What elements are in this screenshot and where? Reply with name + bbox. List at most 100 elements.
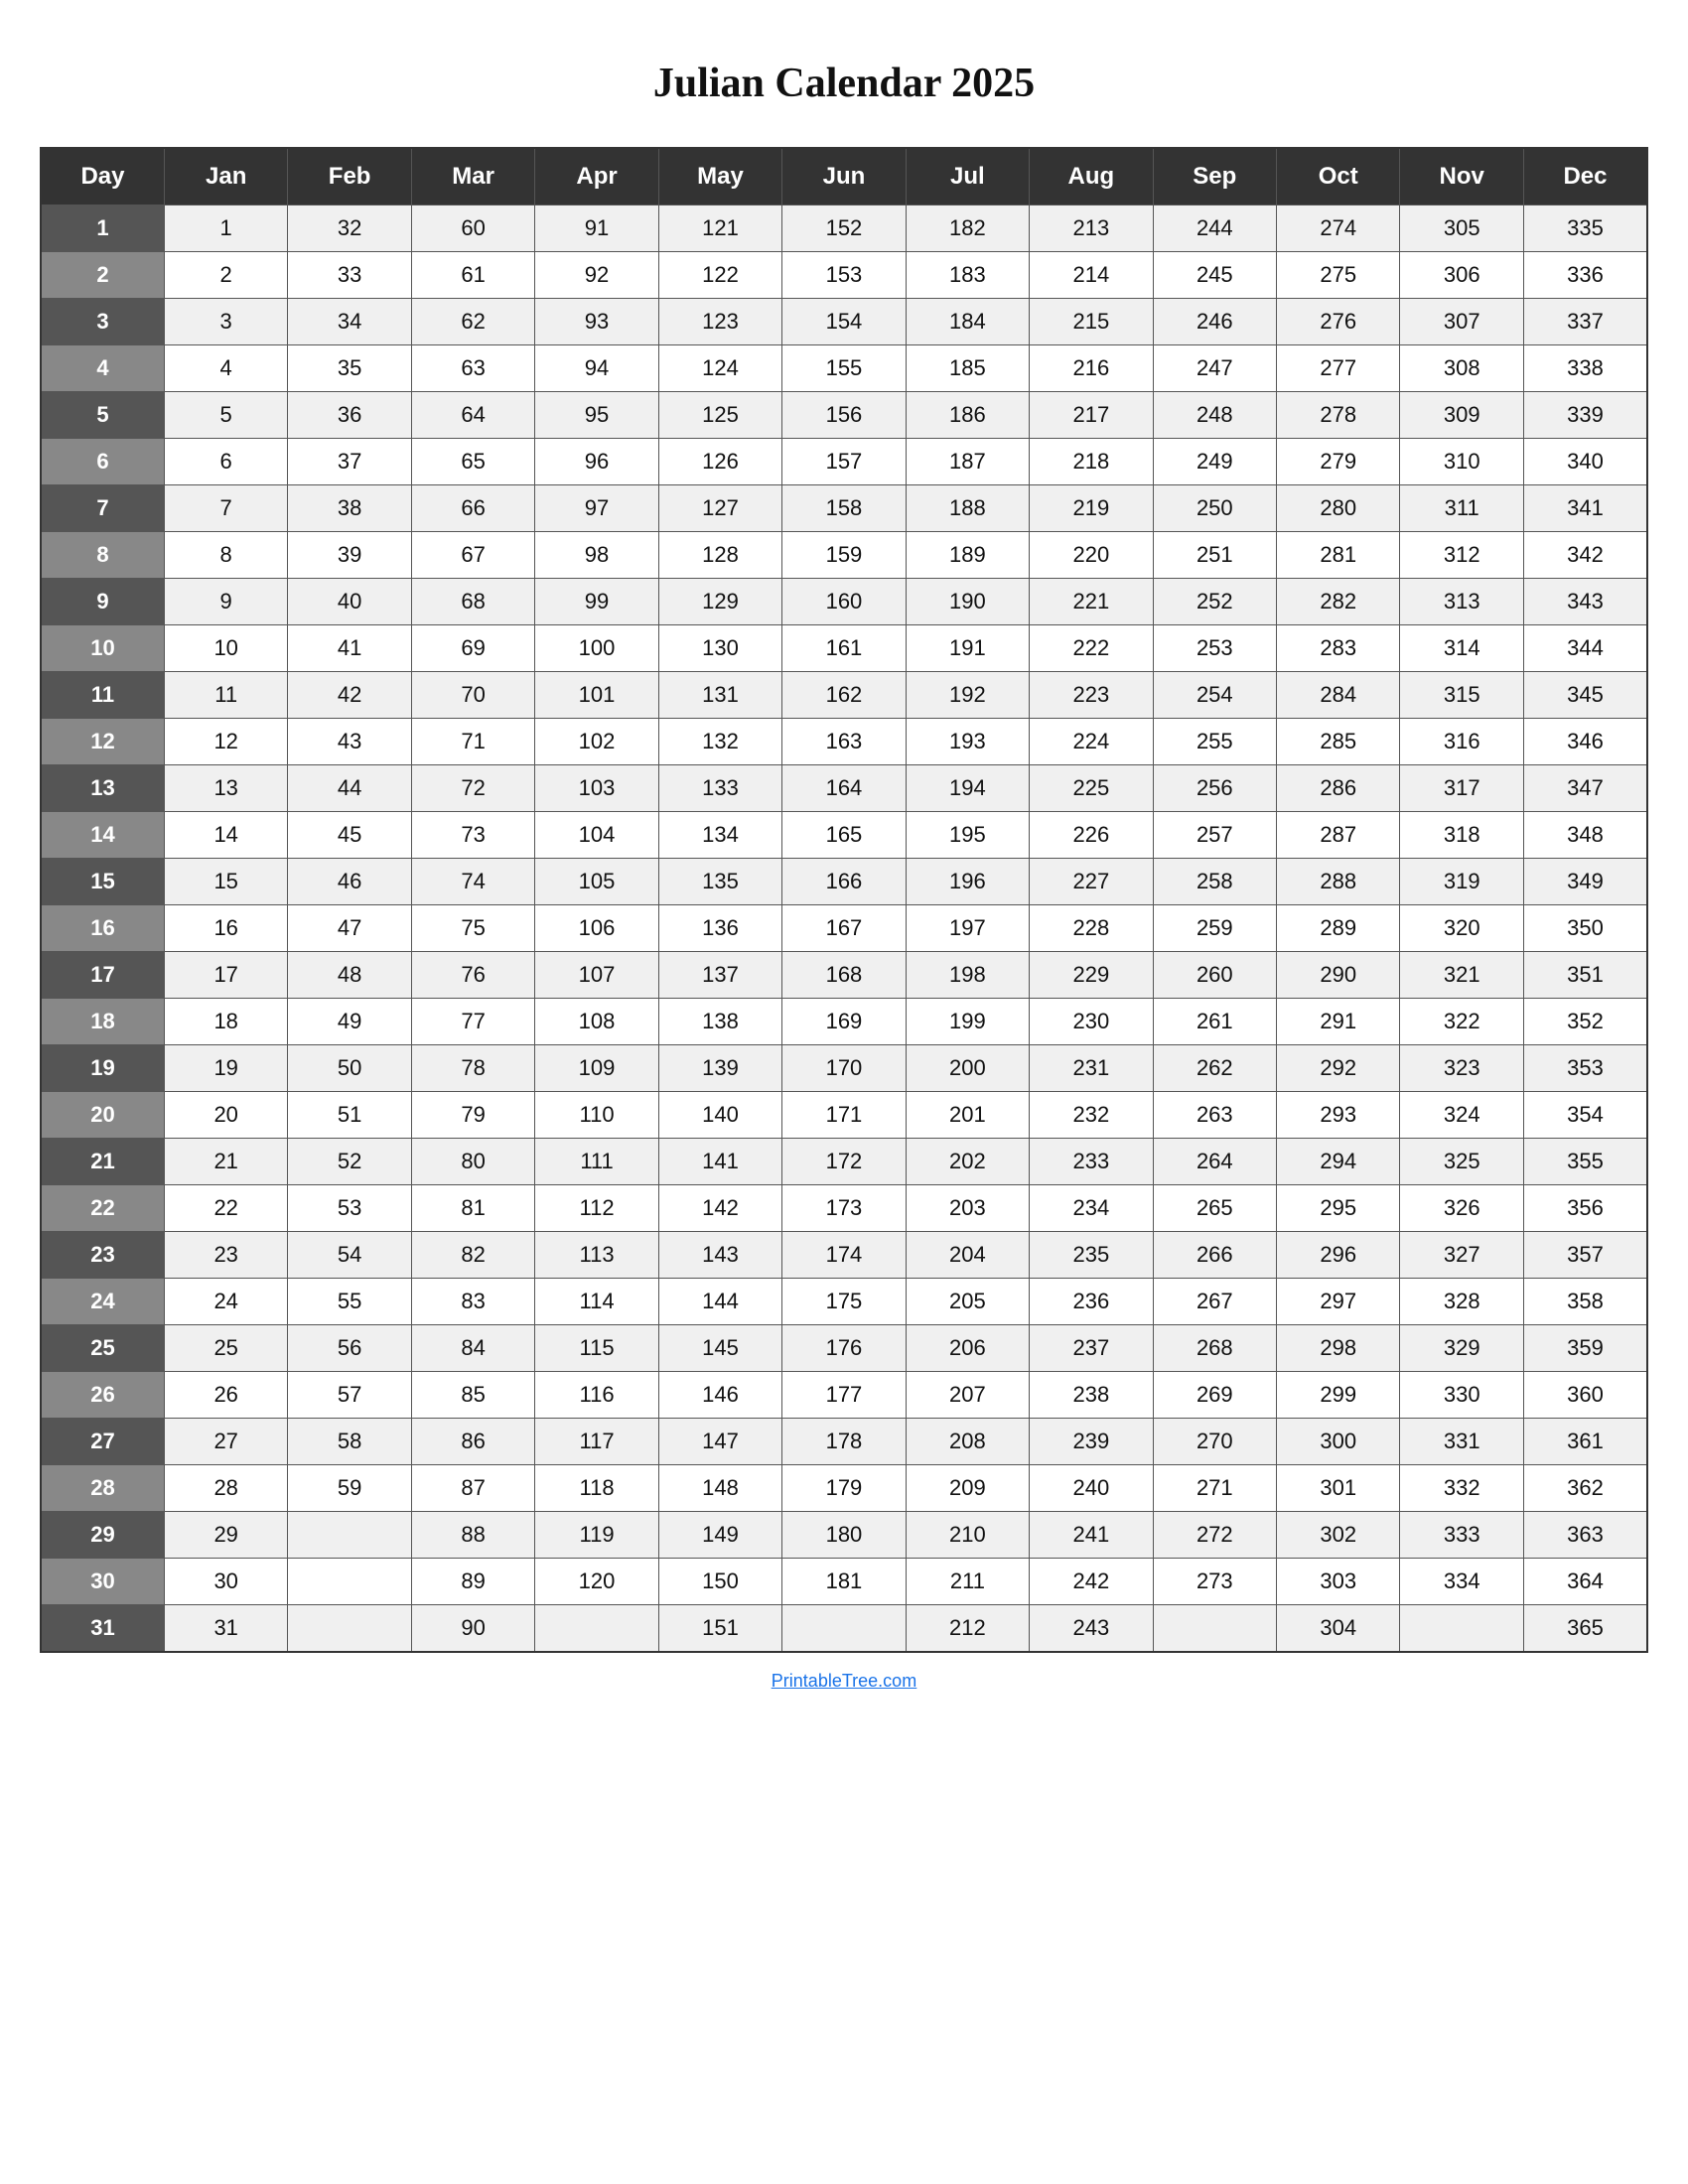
data-cell-nov: 334 (1400, 1559, 1523, 1605)
data-cell-oct: 277 (1277, 345, 1400, 392)
data-cell-jun: 167 (782, 905, 906, 952)
data-cell-aug: 214 (1030, 252, 1153, 299)
data-cell-jun: 175 (782, 1279, 906, 1325)
data-cell-feb: 56 (288, 1325, 411, 1372)
header-oct: Oct (1277, 148, 1400, 205)
data-cell-oct: 285 (1277, 719, 1400, 765)
data-cell-oct: 295 (1277, 1185, 1400, 1232)
data-cell-may: 147 (658, 1419, 781, 1465)
data-cell-mar: 74 (411, 859, 534, 905)
data-cell-aug: 243 (1030, 1605, 1153, 1653)
data-cell-jan: 5 (164, 392, 287, 439)
data-cell-mar: 88 (411, 1512, 534, 1559)
data-cell-jun: 153 (782, 252, 906, 299)
data-cell-nov: 317 (1400, 765, 1523, 812)
table-row: 16164775106136167197228259289320350 (41, 905, 1647, 952)
data-cell-aug: 231 (1030, 1045, 1153, 1092)
data-cell-sep: 268 (1153, 1325, 1276, 1372)
data-cell-dec: 354 (1523, 1092, 1647, 1139)
data-cell-aug: 236 (1030, 1279, 1153, 1325)
data-cell-oct: 282 (1277, 579, 1400, 625)
data-cell-jun: 176 (782, 1325, 906, 1372)
data-cell-sep: 262 (1153, 1045, 1276, 1092)
table-row: 22336192122153183214245275306336 (41, 252, 1647, 299)
data-cell-may: 145 (658, 1325, 781, 1372)
data-cell-may: 122 (658, 252, 781, 299)
data-cell-nov: 330 (1400, 1372, 1523, 1419)
data-cell-mar: 75 (411, 905, 534, 952)
data-cell-apr: 117 (535, 1419, 658, 1465)
data-cell-oct: 287 (1277, 812, 1400, 859)
data-cell-nov: 309 (1400, 392, 1523, 439)
data-cell-feb (288, 1605, 411, 1653)
data-cell-jan: 30 (164, 1559, 287, 1605)
data-cell-jun: 170 (782, 1045, 906, 1092)
data-cell-dec: 355 (1523, 1139, 1647, 1185)
data-cell-aug: 224 (1030, 719, 1153, 765)
data-cell-feb: 53 (288, 1185, 411, 1232)
data-cell-mar: 86 (411, 1419, 534, 1465)
table-row: 15154674105135166196227258288319349 (41, 859, 1647, 905)
data-cell-dec: 358 (1523, 1279, 1647, 1325)
data-cell-jun: 159 (782, 532, 906, 579)
table-row: 19195078109139170200231262292323353 (41, 1045, 1647, 1092)
data-cell-aug: 215 (1030, 299, 1153, 345)
data-cell-aug: 241 (1030, 1512, 1153, 1559)
data-cell-mar: 68 (411, 579, 534, 625)
data-cell-jan: 31 (164, 1605, 287, 1653)
data-cell-nov (1400, 1605, 1523, 1653)
data-cell-dec: 335 (1523, 205, 1647, 252)
data-cell-jan: 4 (164, 345, 287, 392)
data-cell-sep: 252 (1153, 579, 1276, 625)
day-cell: 13 (41, 765, 164, 812)
data-cell-nov: 326 (1400, 1185, 1523, 1232)
data-cell-mar: 85 (411, 1372, 534, 1419)
header-jul: Jul (906, 148, 1029, 205)
data-cell-dec: 360 (1523, 1372, 1647, 1419)
data-cell-oct: 299 (1277, 1372, 1400, 1419)
day-cell: 27 (41, 1419, 164, 1465)
day-cell: 20 (41, 1092, 164, 1139)
table-row: 66376596126157187218249279310340 (41, 439, 1647, 485)
data-cell-jun: 166 (782, 859, 906, 905)
data-cell-may: 125 (658, 392, 781, 439)
day-cell: 11 (41, 672, 164, 719)
data-cell-nov: 308 (1400, 345, 1523, 392)
data-cell-feb: 55 (288, 1279, 411, 1325)
data-cell-sep: 272 (1153, 1512, 1276, 1559)
table-row: 313190151212243304365 (41, 1605, 1647, 1653)
data-cell-nov: 312 (1400, 532, 1523, 579)
footer-link[interactable]: PrintableTree.com (772, 1671, 916, 1691)
data-cell-apr: 105 (535, 859, 658, 905)
data-cell-apr: 96 (535, 439, 658, 485)
data-cell-apr: 114 (535, 1279, 658, 1325)
data-cell-jun: 155 (782, 345, 906, 392)
data-cell-dec: 357 (1523, 1232, 1647, 1279)
data-cell-sep: 266 (1153, 1232, 1276, 1279)
data-cell-apr: 91 (535, 205, 658, 252)
data-cell-nov: 322 (1400, 999, 1523, 1045)
data-cell-may: 151 (658, 1605, 781, 1653)
day-cell: 16 (41, 905, 164, 952)
data-cell-sep: 257 (1153, 812, 1276, 859)
data-cell-sep: 258 (1153, 859, 1276, 905)
data-cell-feb: 42 (288, 672, 411, 719)
data-cell-mar: 69 (411, 625, 534, 672)
table-row: 28285987118148179209240271301332362 (41, 1465, 1647, 1512)
data-cell-sep: 251 (1153, 532, 1276, 579)
data-cell-dec: 345 (1523, 672, 1647, 719)
data-cell-mar: 71 (411, 719, 534, 765)
data-cell-may: 137 (658, 952, 781, 999)
data-cell-oct: 296 (1277, 1232, 1400, 1279)
data-cell-aug: 233 (1030, 1139, 1153, 1185)
table-row: 303089120150181211242273303334364 (41, 1559, 1647, 1605)
data-cell-mar: 70 (411, 672, 534, 719)
data-cell-jan: 16 (164, 905, 287, 952)
data-cell-mar: 82 (411, 1232, 534, 1279)
data-cell-sep: 260 (1153, 952, 1276, 999)
data-cell-apr: 109 (535, 1045, 658, 1092)
data-cell-may: 123 (658, 299, 781, 345)
data-cell-feb: 38 (288, 485, 411, 532)
data-cell-nov: 328 (1400, 1279, 1523, 1325)
data-cell-feb: 52 (288, 1139, 411, 1185)
